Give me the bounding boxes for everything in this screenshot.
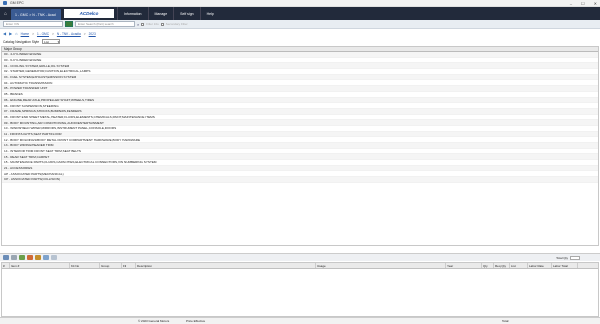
grid-rows: 00 - 4-CYLINDER ENGINE 00 - 6-CYLINDER EN… [2, 52, 598, 183]
total-qty-field[interactable] [570, 255, 580, 260]
breadcrumb-model[interactable]: N - TNK - Acadia [57, 32, 81, 36]
major-group-grid: Major Group 00 - 4-CYLINDER ENGINE 00 - 6… [1, 46, 599, 246]
copy-icon[interactable] [51, 255, 57, 260]
copyright-text: © 2023 General Motors [138, 319, 170, 323]
filter-info-label: Filter Info [146, 22, 159, 26]
breadcrumb-year[interactable]: 2023 [89, 32, 96, 36]
price-effective-label: Price Effective [186, 319, 206, 323]
print-icon[interactable] [35, 255, 41, 260]
search-icon[interactable]: ⌕ [137, 22, 139, 27]
cart-column-header[interactable]: Usage [316, 263, 446, 268]
export-icon[interactable] [19, 255, 25, 260]
catalog-tab[interactable]: 1 - GMC > N - TNK - Acad [11, 9, 61, 20]
cart-grid: # Item # Kit No Group Fil Description Usage Yea… [1, 262, 599, 317]
back-icon[interactable]: ◀ [3, 31, 6, 36]
maximize-button[interactable]: ☐ [581, 1, 585, 6]
catalog-style-select[interactable]: List ▾ [42, 39, 61, 44]
cart-columns: # Item # Kit No Group Fil Description Usage Yea… [2, 263, 598, 269]
cart-column-header[interactable]: Group [100, 263, 122, 268]
brand-logo: ACDelco [64, 9, 114, 18]
breadcrumb-separator: > [32, 31, 34, 36]
total-qty: Total Qty [556, 255, 580, 260]
cart-column-header[interactable]: Fil [122, 263, 136, 268]
cart-column-header[interactable]: List [510, 263, 528, 268]
total-label: Total: [502, 319, 510, 323]
app-icon [3, 1, 7, 5]
nav-self-sign[interactable]: Self sign [173, 7, 199, 20]
breadcrumb: ◀ ▶ ⌂ Home > 1 - GMC > N - TNK - Acadia … [0, 30, 600, 37]
catalog-style-bar: Catalog Navigation Style List ▾ [0, 38, 600, 45]
secondary-filter-label: Secondary Filter [165, 22, 188, 26]
breadcrumb-home[interactable]: Home [21, 32, 30, 36]
main-navbar: ⌂ 1 - GMC > N - TNK - Acad ACDelco Infor… [0, 7, 600, 20]
breadcrumb-make[interactable]: 1 - GMC [37, 32, 49, 36]
window-titlebar: GM EPC – ☐ ✕ [0, 0, 600, 7]
forward-icon[interactable]: ▶ [9, 31, 12, 36]
filter-info-checkbox[interactable] [141, 22, 145, 26]
nav-information[interactable]: Information [117, 7, 148, 20]
breadcrumb-separator: > [83, 31, 86, 36]
email-icon[interactable] [43, 255, 49, 260]
nav-help[interactable]: Help [199, 7, 220, 20]
cart-column-header[interactable]: Qty [482, 263, 494, 268]
window-title: GM EPC [10, 1, 24, 5]
total-qty-label: Total Qty [556, 255, 568, 260]
cart-column-header[interactable]: Description [136, 263, 316, 268]
home-icon[interactable]: ⌂ [0, 7, 11, 20]
cart-column-header[interactable]: Labor Total [552, 263, 578, 268]
delete-icon[interactable] [27, 255, 33, 260]
cart-toolbar: Total Qty [0, 253, 600, 261]
major-group-row[interactable]: CP - ASSOCIATED PARTS(COLLISION) [2, 177, 598, 183]
part-search-input[interactable]: Enter Search (Part) search [75, 21, 135, 27]
catalog-style-value: List [44, 39, 49, 44]
breadcrumb-separator: > [52, 31, 54, 36]
window-controls: – ☐ ✕ [570, 1, 597, 6]
add-to-cart-icon[interactable] [3, 255, 9, 260]
close-button[interactable]: ✕ [594, 1, 597, 6]
search-bar: Enter VIN Enter Search (Part) search ⌕ F… [0, 20, 600, 29]
minimize-button[interactable]: – [570, 1, 572, 6]
nav-manage[interactable]: Manage [147, 7, 174, 20]
cart-column-header[interactable]: Kit No [70, 263, 100, 268]
catalog-style-label: Catalog Navigation Style [3, 39, 40, 44]
cart-column-header[interactable]: Year [446, 263, 482, 268]
cart-column-header[interactable]: # [2, 263, 10, 268]
status-footer: © 2023 General Motors Price Effective To… [0, 317, 600, 324]
home-crumb-icon[interactable]: ⌂ [15, 31, 17, 36]
chevron-down-icon: ▾ [57, 39, 60, 44]
flag-icon[interactable] [65, 21, 73, 27]
secondary-filter-checkbox[interactable] [160, 22, 164, 26]
cart-column-header[interactable]: Item # [10, 263, 70, 268]
cart-column-header[interactable]: Labor Rate [528, 263, 552, 268]
cart-column-header[interactable]: Req Qty [494, 263, 510, 268]
save-icon[interactable] [11, 255, 17, 260]
vin-input[interactable]: Enter VIN [3, 21, 63, 27]
